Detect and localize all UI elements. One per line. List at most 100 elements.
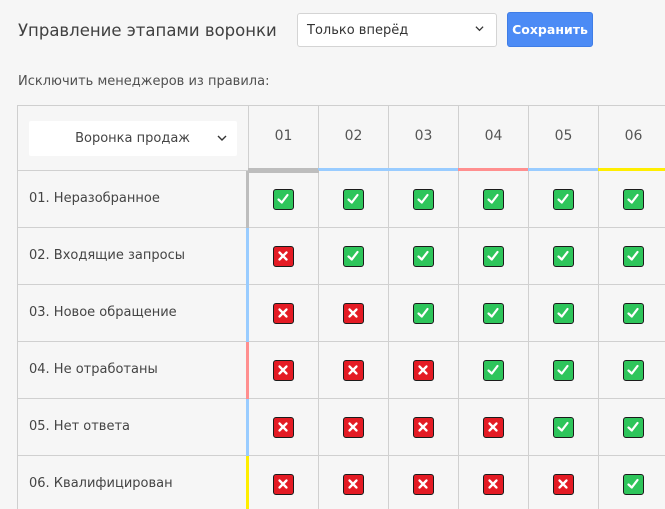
check-icon[interactable] [623,246,644,267]
stage-label: 05. Нет ответа [29,419,131,434]
transition-cell [249,456,319,509]
funnel-select[interactable]: Воронка продаж [29,121,237,156]
transition-cell [599,342,665,399]
cross-icon[interactable] [483,474,504,495]
transition-cell [459,285,529,342]
table-row: 01. Неразобранное [18,170,665,228]
table-row: 06. Квалифицирован [18,456,665,509]
check-icon[interactable] [343,189,364,210]
check-icon[interactable] [483,360,504,381]
check-icon[interactable] [623,417,644,438]
cross-icon[interactable] [273,417,294,438]
check-icon[interactable] [553,189,574,210]
transition-cell [529,171,599,228]
transition-cell [529,399,599,456]
cross-icon[interactable] [273,360,294,381]
cross-icon[interactable] [413,360,434,381]
check-icon[interactable] [623,360,644,381]
transition-cell [459,228,529,285]
transition-cell [529,228,599,285]
transition-cell [319,285,389,342]
transition-cell [319,342,389,399]
transition-cell [319,171,389,228]
table-row: 02. Входящие запросы [18,228,665,285]
cross-icon[interactable] [273,303,294,324]
check-icon[interactable] [483,189,504,210]
mode-select[interactable]: Только вперёд [297,13,497,47]
transition-cell [319,456,389,509]
table-row: 05. Нет ответа [18,399,665,456]
transition-cell [459,456,529,509]
column-header-01: 01 [248,106,319,171]
transition-cell [249,342,319,399]
stage-label-cell: 04. Не отработаны [18,342,249,399]
transition-cell [249,399,319,456]
stage-label-cell: 03. Новое обращение [18,285,249,342]
transition-cell [389,399,459,456]
table-row: 04. Не отработаны [18,342,665,399]
column-label: 06 [624,128,643,144]
column-header-05: 05 [528,106,599,171]
check-icon[interactable] [483,246,504,267]
transition-cell [248,170,319,228]
exclude-managers-label: Исключить менеджеров из правила: [18,74,270,89]
matrix-header-row: Воронка продаж 01 02 03 04 05 06 [18,106,665,171]
cross-icon[interactable] [343,417,364,438]
stage-label: 01. Неразобранное [29,191,160,206]
check-icon[interactable] [553,417,574,438]
check-icon[interactable] [483,303,504,324]
transition-cell [389,228,459,285]
check-icon[interactable] [623,303,644,324]
transition-cell [599,171,665,228]
stage-color-bar [248,170,319,173]
check-icon[interactable] [273,189,294,210]
funnel-select-value: Воронка продаж [75,131,190,146]
check-icon[interactable] [413,189,434,210]
cross-icon[interactable] [343,303,364,324]
cross-icon[interactable] [273,246,294,267]
check-icon[interactable] [413,303,434,324]
table-row: 03. Новое обращение [18,285,665,342]
column-label: 04 [484,128,503,144]
column-label: 03 [414,128,433,144]
stage-label-cell: 06. Квалифицирован [18,456,249,509]
stage-label: 04. Не отработаны [29,362,158,377]
page-title: Управление этапами воронки [18,21,277,40]
check-icon[interactable] [623,189,644,210]
check-icon[interactable] [623,474,644,495]
column-label: 05 [554,128,573,144]
cross-icon[interactable] [483,417,504,438]
transition-cell [599,399,665,456]
cross-icon[interactable] [413,417,434,438]
chevron-down-icon [217,135,227,141]
stage-matrix: Воронка продаж 01 02 03 04 05 06 01. Неразобр… [17,105,665,509]
transition-cell [529,456,599,509]
transition-cell [459,171,529,228]
cross-icon[interactable] [343,474,364,495]
transition-cell [529,342,599,399]
column-label: 02 [344,128,363,144]
stage-label-cell: 01. Неразобранное [18,171,249,228]
mode-select-value: Только вперёд [307,22,409,38]
check-icon[interactable] [343,246,364,267]
check-icon[interactable] [553,303,574,324]
cross-icon[interactable] [413,474,434,495]
stage-label-cell: 02. Входящие запросы [18,228,249,285]
check-icon[interactable] [553,246,574,267]
matrix-corner-cell: Воронка продаж [18,106,249,171]
chevron-down-icon [475,26,484,32]
cross-icon[interactable] [553,474,574,495]
stage-label-cell: 05. Нет ответа [18,399,249,456]
transition-cell [389,171,459,228]
cross-icon[interactable] [273,474,294,495]
check-icon[interactable] [553,360,574,381]
transition-cell [599,285,665,342]
column-header-02: 02 [318,106,389,171]
check-icon[interactable] [413,246,434,267]
save-button[interactable]: Сохранить [507,12,593,47]
transition-cell [599,456,665,509]
column-header-04: 04 [458,106,529,171]
transition-cell [389,285,459,342]
cross-icon[interactable] [343,360,364,381]
transition-cell [389,342,459,399]
